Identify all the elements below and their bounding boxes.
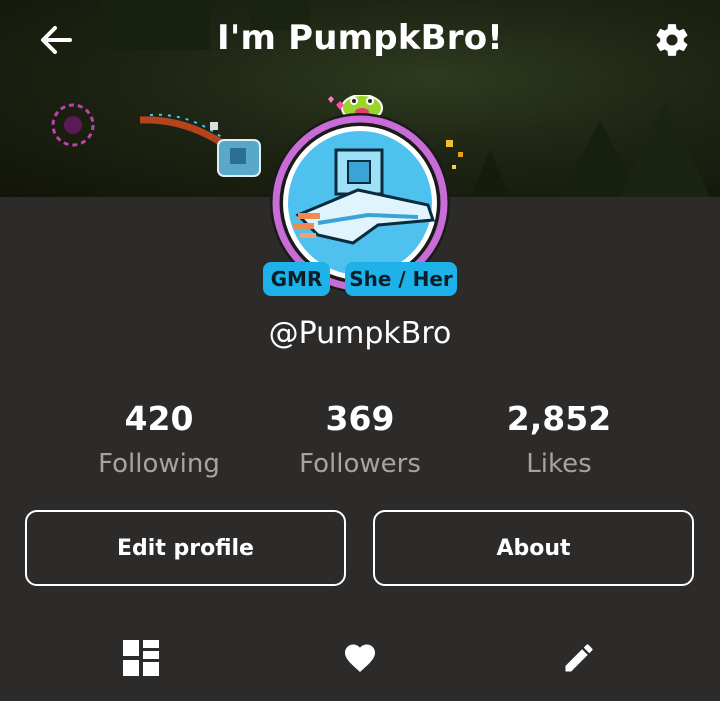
page-title: I'm PumpkBro!	[217, 18, 503, 58]
tab-liked[interactable]	[338, 636, 382, 680]
stat-followers[interactable]: 369 Followers	[260, 398, 460, 484]
about-button[interactable]: About	[373, 510, 694, 586]
stat-following-value: 420	[124, 399, 194, 438]
stat-likes-value: 2,852	[506, 399, 612, 438]
stat-followers-value: 369	[325, 399, 395, 438]
stat-likes-label: Likes	[526, 449, 592, 479]
settings-button[interactable]	[646, 14, 698, 66]
badge-gmr: GMR	[263, 262, 330, 296]
tab-drafts[interactable]	[557, 636, 601, 680]
stat-followers-label: Followers	[299, 449, 421, 479]
stat-following[interactable]: 420 Following	[59, 398, 259, 484]
pencil-icon	[565, 644, 593, 672]
gear-icon	[656, 24, 688, 56]
heart-icon	[345, 644, 375, 673]
stat-following-label: Following	[98, 449, 220, 479]
edit-profile-button[interactable]: Edit profile	[25, 510, 346, 586]
tab-posts[interactable]	[119, 636, 163, 680]
stat-likes[interactable]: 2,852 Likes	[459, 398, 659, 484]
grid-layout-icon	[123, 640, 159, 676]
badge-pronouns: She / Her	[345, 262, 457, 296]
username-handle: @PumpkBro	[268, 316, 452, 351]
